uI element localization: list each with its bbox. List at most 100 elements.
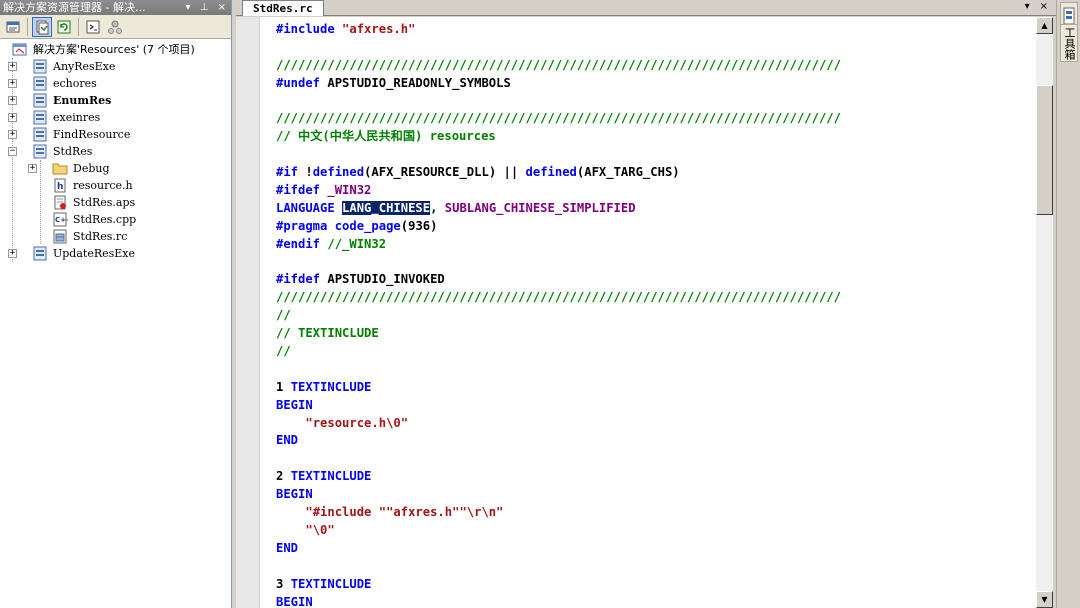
cpp-file-icon: C++ <box>52 212 72 227</box>
code-line[interactable]: "resource.h\0" <box>276 415 841 433</box>
code-line[interactable]: #include "afxres.h" <box>276 21 841 39</box>
tree-item-label: StdRes.rc <box>73 230 128 243</box>
code-line[interactable]: ////////////////////////////////////////… <box>276 289 841 307</box>
tree-item-stdres-rc[interactable]: StdRes.rc <box>0 228 231 245</box>
code-line[interactable]: BEGIN <box>276 397 841 415</box>
code-line[interactable]: END <box>276 540 841 558</box>
expand-icon[interactable]: + <box>8 113 17 122</box>
right-tool-strip: 工具箱 <box>1056 0 1080 608</box>
scroll-up-arrow-icon[interactable]: ▲ <box>1036 17 1053 34</box>
code-token: BEGIN <box>276 397 313 412</box>
scroll-down-arrow-icon[interactable]: ▼ <box>1036 591 1053 608</box>
code-line[interactable] <box>276 450 841 468</box>
code-text[interactable]: #include "afxres.h" ////////////////////… <box>276 21 841 608</box>
tree-item-label: StdRes.cpp <box>73 213 137 226</box>
code-line[interactable]: // <box>276 307 841 325</box>
tree-item-label: AnyResExe <box>53 60 116 73</box>
editor-tab-strip: StdRes.rc ▾ × <box>236 0 1056 16</box>
code-line[interactable]: // TEXTINCLUDE <box>276 325 841 343</box>
code-token: 3 <box>276 576 291 591</box>
collapse-icon[interactable]: − <box>8 147 17 156</box>
toolbar-separator <box>78 17 79 36</box>
tree-item-enumres[interactable]: + EnumRes <box>0 92 231 109</box>
class-diagram-icon[interactable] <box>105 17 125 37</box>
code-token: 2 <box>276 469 291 484</box>
expand-icon[interactable]: + <box>8 62 17 71</box>
code-line[interactable]: END <box>276 432 841 450</box>
code-line[interactable]: LANGUAGE LANG_CHINESE, SUBLANG_CHINESE_S… <box>276 200 841 218</box>
refresh-icon[interactable] <box>54 17 74 37</box>
expand-icon[interactable]: + <box>8 79 17 88</box>
code-line[interactable] <box>276 39 841 57</box>
tree-item-label-startup: EnumRes <box>53 94 112 107</box>
active-files-dropdown-icon[interactable]: ▾ <box>1025 1 1030 12</box>
tree-item-stdres-cpp[interactable]: C++ StdRes.cpp <box>0 211 231 228</box>
close-document-icon[interactable]: × <box>1040 1 1048 12</box>
code-line[interactable]: // <box>276 343 841 361</box>
folder-icon <box>52 161 68 176</box>
code-token: (AFX_TARG_CHS) <box>576 165 680 180</box>
code-token: TEXTINCLUDE <box>290 469 372 484</box>
code-line[interactable] <box>276 254 841 272</box>
tree-item-echores[interactable]: + echores <box>0 75 231 92</box>
view-code-icon[interactable] <box>83 17 103 37</box>
code-line[interactable] <box>276 93 841 111</box>
code-line[interactable]: #ifdef APSTUDIO_INVOKED <box>276 271 841 289</box>
code-line[interactable]: #endif //_WIN32 <box>276 236 841 254</box>
tree-item-debug-folder[interactable]: + Debug <box>0 160 231 177</box>
tree-item-exeinres[interactable]: + exeinres <box>0 109 231 126</box>
properties-icon[interactable] <box>3 17 23 37</box>
scrollbar-thumb[interactable] <box>1036 85 1053 215</box>
code-line[interactable]: #undef APSTUDIO_READONLY_SYMBOLS <box>276 75 841 93</box>
expand-icon[interactable]: + <box>8 249 17 258</box>
code-token: TEXTINCLUDE <box>290 379 372 394</box>
tree-item-stdres-aps[interactable]: StdRes.aps <box>0 194 231 211</box>
tab-stdres-rc[interactable]: StdRes.rc <box>242 0 324 16</box>
code-token: code_page <box>334 218 401 233</box>
code-token: , <box>430 200 445 215</box>
code-token: #include <box>276 22 335 36</box>
toolbox-tab[interactable]: 工具箱 <box>1060 24 1078 62</box>
code-line[interactable]: 2 TEXTINCLUDE <box>276 468 841 486</box>
project-icon <box>32 76 48 91</box>
tree-item-stdres[interactable]: − StdRes <box>0 143 231 160</box>
code-line[interactable]: ////////////////////////////////////////… <box>276 57 841 75</box>
tree-item-anyresexe[interactable]: + AnyResExe <box>0 58 231 75</box>
code-line[interactable]: #pragma code_page(936) <box>276 218 841 236</box>
tab-strip-controls: ▾ × <box>1025 1 1048 12</box>
code-token: #undef <box>276 75 321 90</box>
code-token: //_WIN32 <box>327 236 387 251</box>
solution-explorer-titlebar[interactable]: 解决方案资源管理器 - 解决... ▾ ⊥ × <box>0 0 231 15</box>
expand-icon[interactable]: + <box>8 96 17 105</box>
code-token: defined <box>312 165 365 180</box>
code-token: LANGUAGE <box>276 200 335 215</box>
code-line[interactable] <box>276 146 841 164</box>
expand-icon[interactable]: + <box>28 164 37 173</box>
code-editor[interactable]: #include "afxres.h" ////////////////////… <box>236 17 1036 608</box>
code-line[interactable]: #if !defined(AFX_RESOURCE_DLL) || define… <box>276 164 841 182</box>
code-line[interactable]: "#include ""afxres.h""\r\n" <box>276 504 841 522</box>
expand-icon[interactable]: + <box>8 130 17 139</box>
solution-root-node[interactable]: 解决方案'Resources' (7 个项目) <box>0 41 231 58</box>
code-line[interactable]: 1 TEXTINCLUDE <box>276 379 841 397</box>
show-all-files-icon[interactable] <box>32 16 52 37</box>
code-line[interactable] <box>276 361 841 379</box>
code-token: #endif <box>276 236 321 251</box>
code-line[interactable]: #ifdef _WIN32 <box>276 182 841 200</box>
code-line[interactable]: BEGIN <box>276 486 841 504</box>
code-line[interactable]: "\0" <box>276 522 841 540</box>
panel-window-controls[interactable]: ▾ ⊥ × <box>186 0 229 15</box>
code-line[interactable]: ////////////////////////////////////////… <box>276 110 841 128</box>
code-token: #if <box>276 165 299 180</box>
code-line[interactable] <box>276 558 841 576</box>
code-token: APSTUDIO_INVOKED <box>320 272 445 287</box>
editor-vertical-scrollbar[interactable]: ▲ ▼ <box>1036 17 1053 608</box>
code-line[interactable]: 3 TEXTINCLUDE <box>276 576 841 594</box>
code-line[interactable]: BEGIN <box>276 594 841 608</box>
project-icon <box>32 127 48 142</box>
code-line[interactable]: // 中文(中华人民共和国) resources <box>276 128 841 146</box>
project-icon <box>32 93 48 108</box>
tree-item-updateresexe[interactable]: + UpdateResExe <box>0 245 231 262</box>
tree-item-findresource[interactable]: + FindResource <box>0 126 231 143</box>
tree-item-resource-h[interactable]: h resource.h <box>0 177 231 194</box>
